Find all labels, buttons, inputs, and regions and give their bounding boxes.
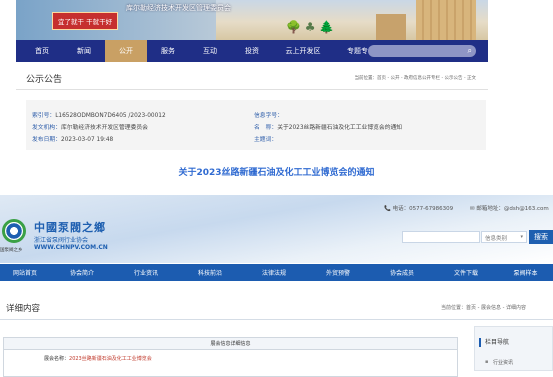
logo-url: WWW.CHNPV.COM.CN <box>34 244 108 251</box>
contact-email: ✉ 邮箱地址：@dsh@163.com <box>470 206 549 212</box>
exhibit-name-value: 2023丝路新疆石油及化工工业博览会 <box>69 356 152 362</box>
sidebar-accent-bar <box>479 338 481 347</box>
search-button[interactable]: 搜索 <box>529 230 553 244</box>
nav-item-invest[interactable]: 投资 <box>231 40 273 62</box>
nav-item-interact[interactable]: 互动 <box>189 40 231 62</box>
divider <box>0 319 553 320</box>
meta-index: 索引号：L16528ODMBON7D6405 /2023-00012 <box>32 113 166 119</box>
breadcrumb: 当前位置：首页 - 公开 - 政府信息公开专栏 - 公示公告 - 正文 <box>354 76 476 81</box>
bullet-icon: ▪ <box>485 359 489 365</box>
association-logo-icon[interactable] <box>2 219 26 243</box>
chevron-down-icon: ▾ <box>520 234 523 240</box>
nav-item-laws[interactable]: 法律法规 <box>242 268 306 277</box>
meta-name: 名 称：关于2023丝路新疆石油及化工工业博览会的通知 <box>254 125 403 131</box>
meta-date: 发布日期：2023-03-07 19:48 <box>32 137 114 143</box>
nav-item-industry-news[interactable]: 行业资讯 <box>114 268 178 277</box>
detail-title: 详细内容 <box>6 304 41 314</box>
nav-item-members[interactable]: 协会成员 <box>370 268 434 277</box>
nav-item-samples[interactable]: 泵阀样本 <box>498 268 553 277</box>
sidebar-item-industry-news[interactable]: 行业资讯 <box>493 359 513 366</box>
search-icon[interactable]: ⌕ <box>468 46 472 56</box>
banner-building-tower <box>416 0 476 40</box>
logo-association-name: 浙江省泵阀行业协会 <box>34 237 89 244</box>
breadcrumb: 当前位置：首页 - 展会信息 - 详细内容 <box>441 305 526 311</box>
nav-item-downloads[interactable]: 文件下载 <box>434 268 498 277</box>
nav-item-about[interactable]: 协会简介 <box>50 268 114 277</box>
divider <box>16 89 488 90</box>
site-search-input[interactable] <box>402 231 480 243</box>
table-header: 展会信息详细信息 <box>4 338 457 350</box>
banner-gov-title: 库尔勒经济技术开发区管理委员会 <box>126 4 231 12</box>
exhibit-name-label: 展会名称： <box>44 356 70 362</box>
banner-building-small <box>376 14 406 40</box>
meta-info-class: 信息字号： <box>254 113 283 119</box>
gov-search-input[interactable]: ⌕ <box>368 45 476 57</box>
category-select-label: 信息类别 <box>485 236 508 242</box>
nav-item-open[interactable]: 公开 <box>105 40 147 62</box>
nav-item-tech[interactable]: 科技前沿 <box>178 268 242 277</box>
logo-subtitle: 国泵阀之乡 <box>0 248 23 253</box>
banner-trees: 🌳 ♣ 🌲 <box>286 20 335 34</box>
document-title: 关于2023丝路新疆石油及化工工业博览会的通知 <box>178 168 375 178</box>
gov-banner: 宜了就干 干就干好 库尔勒经济技术开发区管理委员会 🌳 ♣ 🌲 <box>16 0 488 40</box>
nav-item-home[interactable]: 首页 <box>21 40 63 62</box>
table-row: 展会名称：2023丝路新疆石油及化工工业博览会 <box>44 355 152 362</box>
column-nav-sidebar: 栏目导航 ▪ 行业资讯 <box>474 326 553 371</box>
sidebar-title: 栏目导航 <box>485 339 510 346</box>
nav-item-trade-warning[interactable]: 外贸预警 <box>306 268 370 277</box>
meta-org: 发文机构：库尔勒经济技术开发区管理委员会 <box>32 125 148 131</box>
exhibition-detail-table: 展会信息详细信息 展会名称：2023丝路新疆石油及化工工业博览会 <box>3 337 458 377</box>
gov-site-section: 宜了就干 干就干好 库尔勒经济技术开发区管理委员会 🌳 ♣ 🌲 首页 新闻 公开… <box>0 0 553 195</box>
nav-item-news[interactable]: 新闻 <box>63 40 105 62</box>
logo-chinese-title[interactable]: 中國泵閥之鄉 <box>34 219 106 235</box>
gov-main-nav: 首页 新闻 公开 服务 互动 投资 云上开发区 专题专栏 ⌕ <box>16 40 488 62</box>
nav-item-service[interactable]: 服务 <box>147 40 189 62</box>
contact-phone: 📞 电话：0577-67986309 <box>384 206 454 212</box>
banner-slogan: 宜了就干 干就干好 <box>52 12 119 30</box>
nav-item-home[interactable]: 网站首页 <box>0 268 50 277</box>
nav-item-cloud-zone[interactable]: 云上开发区 <box>273 40 333 62</box>
document-meta-box: 索引号：L16528ODMBON7D6405 /2023-00012 信息字号：… <box>26 100 486 150</box>
section-title: 公示公告 <box>26 75 63 85</box>
pump-valve-site-section: 国泵阀之乡 中國泵閥之鄉 浙江省泵阀行业协会 WWW.CHNPV.COM.CN … <box>0 195 553 377</box>
category-select[interactable]: 信息类别 ▾ <box>481 231 527 243</box>
meta-topic: 主题词： <box>254 137 278 143</box>
association-main-nav: 网站首页 协会简介 行业资讯 科技前沿 法律法规 外贸预警 协会成员 文件下载 … <box>0 264 553 281</box>
